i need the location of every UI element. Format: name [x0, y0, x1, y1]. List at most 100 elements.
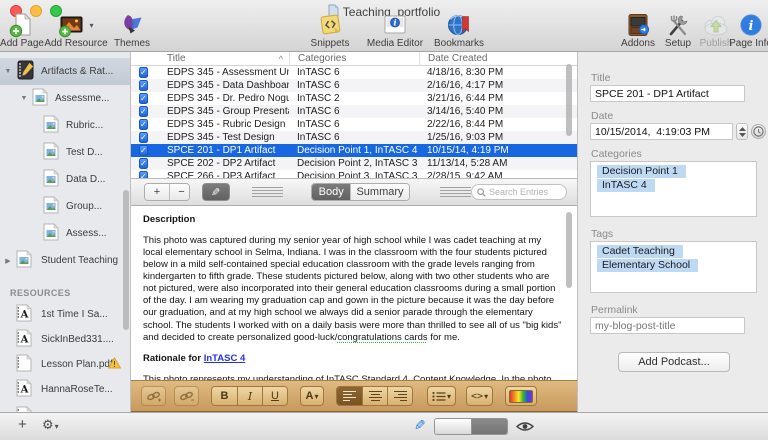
- add-link-button[interactable]: [141, 386, 166, 406]
- row-checkbox[interactable]: ✓: [139, 106, 148, 117]
- add-resource-button[interactable]: ▾ Add Resource: [43, 12, 109, 49]
- sidebar-item-test[interactable]: Test D...: [0, 139, 130, 166]
- table-scrollbar[interactable]: [566, 64, 572, 136]
- table-row[interactable]: ✓ SPCE 202 - DP2 Artifact Decision Point…: [131, 157, 577, 170]
- resource-item-partial[interactable]: A: [0, 402, 130, 412]
- resource-item-hannarose[interactable]: A HannaRoseTe...: [0, 377, 130, 402]
- clock-icon: [753, 126, 764, 137]
- table-row[interactable]: ✓ EDPS 345 - Test Design InTASC 6 1/25/1…: [131, 131, 577, 144]
- row-checkbox[interactable]: ✓: [139, 158, 148, 169]
- sidebar-item-artifacts[interactable]: ▼ Artifacts & Rat...: [0, 58, 130, 85]
- row-checkbox[interactable]: ✓: [139, 67, 148, 78]
- sidebar-item-assess[interactable]: Assess...: [0, 220, 130, 247]
- bold-button[interactable]: B: [212, 387, 237, 405]
- post-body-editor[interactable]: Description This photo was captured duri…: [131, 206, 577, 380]
- categories-box[interactable]: Decision Point 1 InTASC 4: [590, 161, 757, 217]
- italic-button[interactable]: I: [237, 387, 262, 405]
- table-row[interactable]: ✓ SPCE 266 - DP3 Artifact Decision Point…: [131, 170, 577, 178]
- tab-summary[interactable]: Summary: [350, 184, 409, 200]
- row-checkbox[interactable]: ✓: [139, 171, 148, 178]
- font-style-button[interactable]: A▾: [300, 386, 324, 406]
- drag-handle[interactable]: [252, 187, 283, 197]
- search-field[interactable]: [471, 184, 567, 200]
- add-page-button[interactable]: Add Page: [0, 12, 44, 49]
- resource-item-sickinbed[interactable]: A SickInBed331....: [0, 327, 130, 352]
- align-center-icon: [369, 391, 382, 401]
- addons-button[interactable]: Addons: [615, 12, 661, 49]
- row-checkbox[interactable]: ✓: [139, 119, 148, 130]
- resource-item-1st-time[interactable]: A 1st Time I Sa...: [0, 302, 130, 327]
- search-input[interactable]: [489, 187, 561, 197]
- checkbox-column-header[interactable]: [131, 52, 158, 66]
- set-date-now-button[interactable]: [751, 124, 766, 139]
- sidebar-scrollbar[interactable]: [123, 190, 129, 330]
- sidebar-item-assessment[interactable]: ▼ Assessme...: [0, 85, 130, 112]
- photo-page-icon: [42, 169, 60, 190]
- setup-button[interactable]: Setup: [659, 12, 697, 49]
- remove-entry-button[interactable]: −: [169, 184, 190, 200]
- post-date-input[interactable]: [590, 123, 733, 140]
- disclosure-closed-icon[interactable]: ▶: [3, 257, 13, 265]
- snippets-button[interactable]: Snippets: [303, 12, 357, 49]
- date-stepper[interactable]: [736, 123, 748, 140]
- remove-link-button[interactable]: [174, 386, 199, 406]
- media-editor-button[interactable]: i Media Editor: [360, 12, 430, 49]
- add-entry-button[interactable]: +: [145, 184, 169, 200]
- edit-preview-toggle[interactable]: [434, 418, 508, 435]
- sidebar-item-rubric[interactable]: Rubric...: [0, 112, 130, 139]
- page-info-icon: i: [738, 12, 764, 38]
- sort-ascending-icon: ^: [279, 52, 283, 66]
- tag-item[interactable]: Elementary School: [597, 259, 698, 272]
- row-checkbox[interactable]: ✓: [139, 145, 148, 156]
- pencil-icon: ✎: [211, 186, 220, 199]
- html-code-button[interactable]: <>▾: [466, 386, 493, 406]
- table-row[interactable]: ✓ EDPS 345 - Data Dashboard InTASC 6 2/1…: [131, 79, 577, 92]
- photo-page-icon: [31, 88, 49, 109]
- post-title-input[interactable]: [590, 85, 745, 102]
- table-row[interactable]: ✓ EDPS 345 - Rubric Design InTASC 6 2/22…: [131, 118, 577, 131]
- permalink-input[interactable]: [590, 317, 745, 334]
- description-paragraph: This photo was captured during my senior…: [143, 235, 563, 344]
- align-right-button[interactable]: [387, 387, 412, 405]
- resource-item-lesson-plan[interactable]: Lesson Plan.pdf !: [0, 352, 130, 377]
- bookmarks-button[interactable]: Bookmarks: [428, 12, 490, 49]
- category-item[interactable]: Decision Point 1: [597, 165, 686, 178]
- themes-button[interactable]: Themes: [109, 12, 155, 49]
- row-checkbox[interactable]: ✓: [139, 132, 148, 143]
- disclosure-open-icon[interactable]: ▼: [19, 95, 29, 102]
- list-button[interactable]: ▾: [427, 386, 456, 406]
- column-header-title[interactable]: Title^: [158, 52, 289, 66]
- sidebar-item-data[interactable]: Data D...: [0, 166, 130, 193]
- add-podcast-button[interactable]: Add Podcast...: [618, 352, 730, 372]
- column-header-date[interactable]: Date Created: [419, 52, 577, 66]
- table-row[interactable]: ✓ EDPS 345 - Assessment Unit InTASC 6 4/…: [131, 66, 577, 79]
- tag-item[interactable]: Cadet Teaching: [597, 245, 683, 258]
- page-info-button[interactable]: i Page Info: [733, 12, 768, 49]
- align-center-button[interactable]: [362, 387, 387, 405]
- gear-icon: ⚙: [42, 417, 54, 432]
- column-header-categories[interactable]: Categories: [289, 52, 419, 66]
- edit-entry-button[interactable]: ✎: [202, 183, 230, 201]
- table-row[interactable]: ✓ EDPS 345 - Group Presentation InTASC 6…: [131, 105, 577, 118]
- intasc-link[interactable]: InTASC 4: [204, 353, 246, 364]
- sidebar-item-student-teaching[interactable]: ▶ Student Teaching: [0, 247, 130, 274]
- row-checkbox[interactable]: ✓: [139, 80, 148, 91]
- disclosure-open-icon[interactable]: ▼: [3, 68, 13, 75]
- tab-body[interactable]: Body: [312, 184, 350, 200]
- text-color-button[interactable]: [505, 386, 537, 406]
- add-item-button[interactable]: +: [18, 416, 27, 433]
- tags-box[interactable]: Cadet Teaching Elementary School: [590, 241, 757, 293]
- category-item[interactable]: InTASC 4: [597, 179, 655, 192]
- toggle-track: [472, 419, 507, 434]
- toggle-thumb[interactable]: [435, 419, 472, 434]
- table-row-selected[interactable]: ✓ SPCE 201 - DP1 Artifact Decision Point…: [131, 144, 577, 157]
- editor-scrollbar[interactable]: [566, 212, 572, 288]
- drag-handle[interactable]: [440, 187, 471, 197]
- underline-button[interactable]: U: [262, 387, 287, 405]
- sidebar-item-group[interactable]: Group...: [0, 193, 130, 220]
- align-left-button[interactable]: [337, 387, 362, 405]
- rationale-heading: Rationale for InTASC 4: [143, 353, 563, 365]
- action-menu-button[interactable]: ⚙▾: [42, 417, 59, 433]
- table-row[interactable]: ✓ EDPS 345 - Dr. Pedro Noguera InTASC 2 …: [131, 92, 577, 105]
- row-checkbox[interactable]: ✓: [139, 93, 148, 104]
